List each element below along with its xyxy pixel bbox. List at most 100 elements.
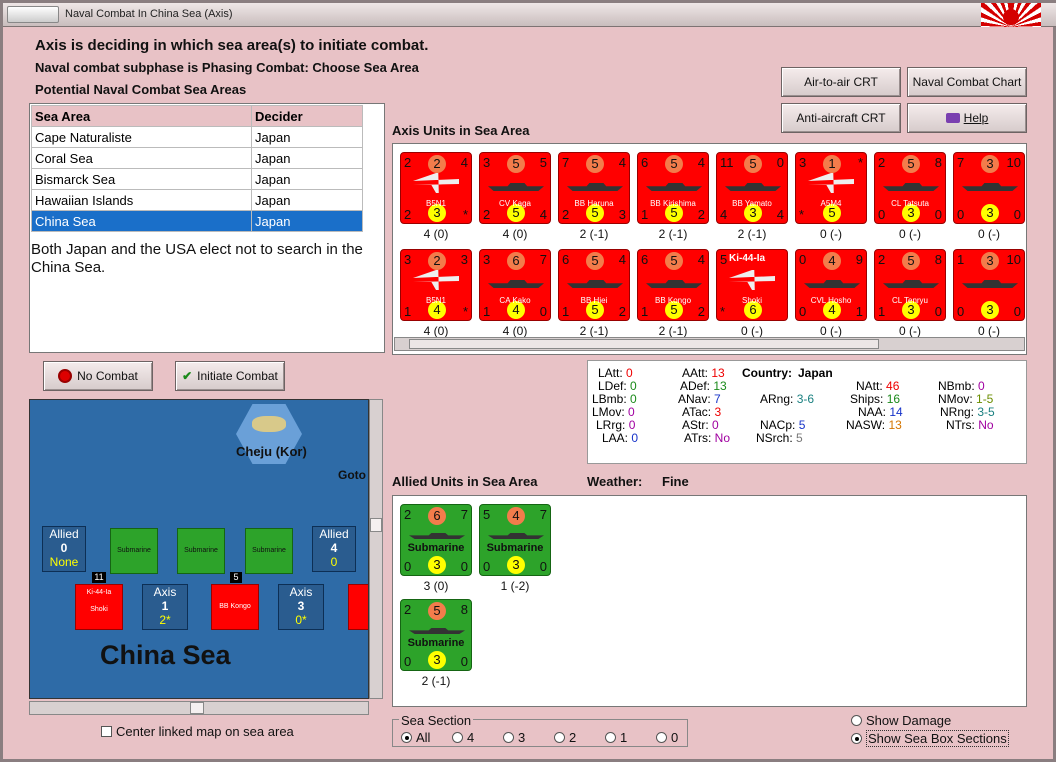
warship-icon	[646, 183, 702, 191]
map-submarine-counter-1[interactable]: Submarine	[110, 528, 158, 574]
axis-unit-counter[interactable]: 6 5 4 1 5 2 BB Kirishima	[637, 152, 709, 224]
anav-label: ANav: 7	[678, 392, 721, 406]
naval-combat-chart-button[interactable]: Naval Combat Chart	[907, 67, 1027, 97]
axis-box-3[interactable]: Axis 3 0*	[278, 584, 324, 630]
axis-unit-counter[interactable]: 6 5 4 1 5 2 BB Hiei	[558, 249, 630, 321]
unit-stat-top-left: 5	[483, 507, 491, 522]
sea-section-radio[interactable]	[503, 732, 514, 743]
sea-section-option[interactable]: 3	[503, 730, 525, 745]
center-map-option[interactable]: Center linked map on sea area	[101, 724, 294, 739]
map-submarine-counter-3[interactable]: Submarine	[245, 528, 293, 574]
unit-name: Submarine	[407, 542, 465, 554]
show-sections-option[interactable]: Show Sea Box Sections	[851, 730, 1009, 747]
axis-unit-counter[interactable]: 2 2 4 2 3 * B5N1	[400, 152, 472, 224]
center-map-checkbox[interactable]	[101, 726, 112, 737]
sea-table-header: Sea Area Decider	[31, 105, 363, 127]
show-damage-option[interactable]: Show Damage	[851, 713, 951, 728]
sea-area-map[interactable]: Cheju (Kor) Goto Allied 0 None Allied 4 …	[29, 399, 369, 699]
axis-box-3-label: Axis	[289, 585, 313, 599]
sea-section-option[interactable]: 2	[554, 730, 576, 745]
axis-box-1[interactable]: Axis 1 2*	[142, 584, 188, 630]
air-to-air-crt-button[interactable]: Air-to-air CRT	[781, 67, 901, 97]
axis-units-scrollbar[interactable]	[394, 337, 1025, 351]
warship-icon	[962, 183, 1018, 191]
sea-section-radio[interactable]	[554, 732, 565, 743]
axis-unit-counter[interactable]: 7 3 10 0 3 0	[953, 152, 1025, 224]
axis-unit-counter[interactable]: 6 5 4 1 5 2 BB Kongo	[637, 249, 709, 321]
map-shoki-counter[interactable]: Ki-44-Ia Shoki	[75, 584, 123, 630]
axis-unit-counter[interactable]: 3 6 7 1 4 0 CA Kako	[479, 249, 551, 321]
sea-table-row[interactable]: Coral Sea Japan	[31, 147, 363, 169]
window-menu-button[interactable]	[7, 6, 59, 23]
aircraft-icon	[413, 173, 459, 193]
atac-value: 3	[714, 405, 722, 419]
axis-unit-counter[interactable]: 0 4 9 0 4 1 CVL Hosho	[795, 249, 867, 321]
axis-unit-counter[interactable]: 11 5 0 4 3 4 BB Yamato	[716, 152, 788, 224]
sea-table-row[interactable]: Hawaiian Islands Japan	[31, 189, 363, 211]
show-sections-radio[interactable]	[851, 733, 862, 744]
sea-section-radio[interactable]	[401, 732, 412, 743]
unit-stat-top-center: 5	[902, 155, 920, 173]
unit-stat-bottom-right: 0	[460, 654, 468, 669]
allied-units-title: Allied Units in Sea Area	[392, 474, 538, 489]
sea-section-radio[interactable]	[605, 732, 616, 743]
sea-section-option-label: 2	[569, 730, 577, 745]
map-vertical-scrollbar[interactable]	[369, 399, 383, 699]
unit-stat-top-left: 3	[404, 252, 412, 267]
allied-box-right[interactable]: Allied 4 0	[312, 526, 356, 572]
map-submarine-counter-2[interactable]: Submarine	[177, 528, 225, 574]
axis-unit-counter[interactable]: 7 5 4 2 5 3 BB Haruna	[558, 152, 630, 224]
lmov-label: LMov: 0	[592, 405, 635, 419]
allied-unit-counter[interactable]: 2 6 7 0 3 0 Submarine	[400, 504, 472, 576]
axis-unit-counter[interactable]: 1 3 10 0 3 0	[953, 249, 1025, 321]
unit-name: CL Tatsuta	[891, 199, 929, 208]
map-hscroll-thumb[interactable]	[190, 702, 204, 714]
axis-unit-counter[interactable]: 2 5 8 0 3 0 CL Tatsuta	[874, 152, 946, 224]
anti-aircraft-crt-button[interactable]: Anti-aircraft CRT	[781, 103, 901, 133]
unit-caption: 4 (0)	[502, 324, 528, 338]
map-vscroll-thumb[interactable]	[370, 518, 382, 532]
map-bb-kongo-counter[interactable]: BB Kongo	[211, 584, 259, 630]
unit-stat-top-right: 7	[460, 507, 468, 522]
unit-stat-top-right: 3	[460, 252, 468, 267]
sea-section-option[interactable]: All	[401, 730, 430, 745]
sea-table-cell: Japan	[251, 147, 363, 169]
sea-table-header-cell[interactable]: Decider	[251, 105, 363, 127]
sea-table-cell: Hawaiian Islands	[31, 189, 252, 211]
allied-box-left[interactable]: Allied 0 None	[42, 526, 86, 572]
help-button[interactable]: Help	[907, 103, 1027, 133]
unit-stat-bottom-right: 2	[618, 304, 626, 319]
show-damage-radio[interactable]	[851, 715, 862, 726]
no-combat-button[interactable]: No Combat	[43, 361, 153, 391]
unit-stat-bottom-right: 4	[776, 207, 784, 222]
unit-name: BB Kongo	[654, 296, 692, 305]
sea-section-option[interactable]: 0	[656, 730, 678, 745]
allied-unit-counter[interactable]: 2 5 8 0 3 0 Submarine	[400, 599, 472, 671]
unit-stat-bottom-left: 2	[404, 207, 412, 222]
sea-section-radio[interactable]	[656, 732, 667, 743]
sea-section-option[interactable]: 4	[452, 730, 474, 745]
axis-unit-counter[interactable]: 3 2 3 1 4 * B5N1	[400, 249, 472, 321]
map-partial-counter[interactable]	[348, 584, 368, 630]
sea-table-row[interactable]: China Sea Japan	[31, 210, 363, 232]
sea-table-row[interactable]: Cape Naturaliste Japan	[31, 126, 363, 148]
unit-stat-top-left: 3	[483, 252, 491, 267]
unit-stat-bottom-right: *	[462, 207, 468, 222]
axis-unit-counter[interactable]: 3 1 * * 5 A5M4	[795, 152, 867, 224]
sea-table-row[interactable]: Bismarck Sea Japan	[31, 168, 363, 190]
unit-stat-top-left: 2	[404, 155, 412, 170]
sea-section-option[interactable]: 1	[605, 730, 627, 745]
axis-unit-counter[interactable]: 2 5 8 1 3 0 CL Tenryu	[874, 249, 946, 321]
axis-unit-counter[interactable]: 5 Ki-44-Ia * 6 Shoki	[716, 249, 788, 321]
unit-caption: 1 (-2)	[500, 579, 530, 593]
sea-table-header-cell[interactable]: Sea Area	[31, 105, 252, 127]
unit-stat-bottom-center: 3	[981, 204, 999, 222]
axis-unit-counter[interactable]: 3 5 5 2 5 4 CV Kaga	[479, 152, 551, 224]
allied-unit-counter[interactable]: 5 4 7 0 3 0 Submarine	[479, 504, 551, 576]
initiate-combat-button[interactable]: ✔ Initiate Combat	[175, 361, 285, 391]
map-horizontal-scrollbar[interactable]	[29, 701, 369, 715]
unit-caption: 4 (0)	[423, 324, 449, 338]
book-icon	[945, 113, 960, 123]
axis-scroll-thumb[interactable]	[409, 339, 879, 349]
sea-section-radio[interactable]	[452, 732, 463, 743]
